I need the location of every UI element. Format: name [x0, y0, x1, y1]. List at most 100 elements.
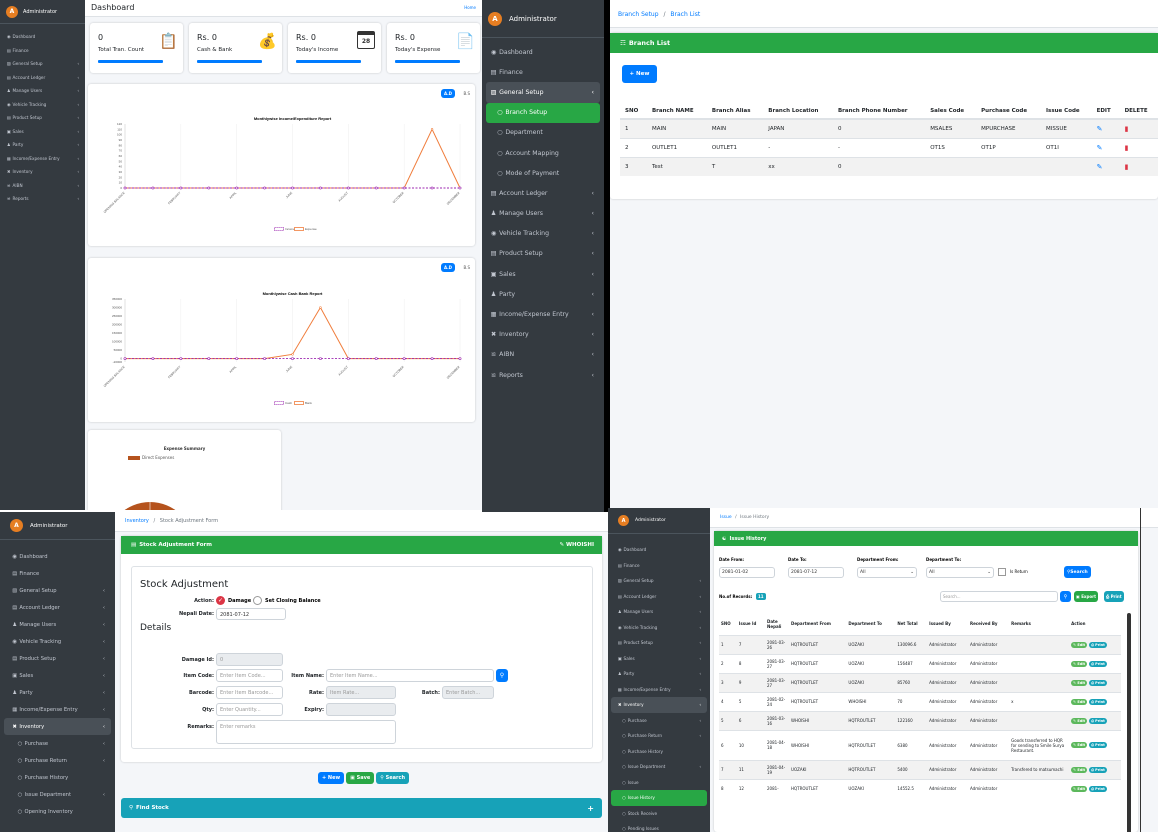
sidebar-item-purchase-history[interactable]: ○ Purchase History — [4, 769, 111, 786]
row-edit-button[interactable]: ✎ Edit — [1071, 766, 1088, 773]
row-print-button[interactable]: ⎙ Print — [1089, 785, 1107, 792]
breadcrumb-branch-setup[interactable]: Branch Setup — [618, 11, 659, 18]
row-edit-button[interactable]: ✎ Edit — [1071, 742, 1088, 748]
trash-icon[interactable]: ▮ — [1125, 125, 1129, 133]
sidebar-item-general-setup[interactable]: ▨ General Setup ‹ — [486, 82, 600, 103]
sidebar-item-manage-users[interactable]: ♟ Manage Users ‹ — [0, 84, 85, 98]
sidebar-item-aibn[interactable]: ≌ AIBN ‹ — [0, 179, 85, 193]
sidebar-item-stock-receive[interactable]: ○ Stock Receive — [611, 806, 707, 822]
home-link[interactable]: Home — [464, 5, 476, 10]
stat-card-cash-bank[interactable]: Rs. 0 Cash & Bank 💰 — [189, 23, 282, 73]
sidebar-item-manage-users[interactable]: ♟ Manage Users ‹ — [4, 616, 111, 633]
sidebar-item-income-expense-entry[interactable]: ▦ Income/Expense Entry ‹ — [611, 682, 707, 698]
sidebar-item-product-setup[interactable]: ▤ Product Setup ‹ — [0, 111, 85, 125]
item-search-button[interactable]: ⚲ — [496, 669, 508, 682]
sidebar-item-inventory[interactable]: ✖ Inventory ‹ — [486, 325, 600, 345]
sidebar-item-opening-inventory[interactable]: ○ Opening Inventory — [4, 803, 111, 820]
sidebar-item-purchase[interactable]: ○ Purchase ‹ — [4, 735, 111, 752]
sidebar-brand[interactable]: A Administrator — [482, 0, 604, 38]
sidebar-item-manage-users[interactable]: ♟ Manage Users ‹ — [611, 604, 707, 620]
sidebar-item-dashboard[interactable]: ◉ Dashboard — [4, 548, 111, 565]
new-button[interactable]: + New — [318, 772, 345, 784]
sidebar-item-vehicle-tracking[interactable]: ◉ Vehicle Tracking ‹ — [4, 633, 111, 650]
sidebar-item-finance[interactable]: ▤ Finance — [611, 558, 707, 574]
sidebar-item-income-expense-entry[interactable]: ▦ Income/Expense Entry ‹ — [0, 152, 85, 166]
sidebar-item-pending-issues[interactable]: ○ Pending Issues — [611, 821, 707, 832]
sidebar-item-party[interactable]: ♟ Party ‹ — [0, 138, 85, 152]
plus-icon[interactable]: + — [587, 804, 594, 813]
print-all-button[interactable]: ⎙ Print — [1104, 591, 1124, 602]
sidebar-item-finance[interactable]: ▤ Finance — [4, 565, 111, 582]
sidebar-item-department[interactable]: ○ Department — [486, 123, 600, 143]
sidebar-item-inventory[interactable]: ✖ Inventory ‹ — [611, 697, 707, 713]
sidebar-item-issue-department[interactable]: ○ Issue Department ‹ — [611, 759, 707, 775]
row-print-button[interactable]: ⎙ Print — [1089, 717, 1107, 724]
sidebar-brand[interactable]: A Administrator — [0, 0, 85, 24]
sidebar-item-branch-setup[interactable]: ○ Branch Setup — [486, 102, 600, 123]
row-print-button[interactable]: ⎙ Print — [1089, 742, 1107, 748]
sidebar-item-product-setup[interactable]: ▤ Product Setup ‹ — [611, 635, 707, 651]
edit-icon[interactable]: ✎ — [1097, 163, 1103, 171]
vertical-scrollbar[interactable] — [1127, 613, 1131, 832]
sidebar-item-issue-department[interactable]: ○ Issue Department ‹ — [4, 786, 111, 803]
sidebar-item-purchase[interactable]: ○ Purchase ‹ — [611, 713, 707, 729]
table-search-button[interactable]: ⚲ — [1060, 591, 1071, 602]
item-code-input[interactable]: Enter Item Code... — [216, 669, 283, 682]
item-name-input[interactable]: Enter Item Name... — [326, 669, 494, 682]
row-edit-button[interactable]: ✎ Edit — [1071, 785, 1088, 792]
row-print-button[interactable]: ⎙ Print — [1089, 641, 1107, 648]
save-button[interactable]: ▣ Save — [346, 772, 375, 784]
sidebar-item-income-expense-entry[interactable]: ▦ Income/Expense Entry ‹ — [486, 304, 600, 324]
legend-swatch-cash[interactable] — [274, 401, 284, 405]
qty-input[interactable]: Enter Quantity... — [216, 703, 283, 716]
sidebar-item-vehicle-tracking[interactable]: ◉ Vehicle Tracking ‹ — [611, 620, 707, 636]
legend-swatch-expense[interactable] — [294, 227, 304, 231]
sidebar-item-reports[interactable]: ≌ Reports ‹ — [486, 365, 600, 385]
remarks-input[interactable]: Enter remarks — [216, 720, 396, 744]
table-search-input[interactable]: Search... — [940, 591, 1058, 602]
row-print-button[interactable]: ⎙ Print — [1089, 766, 1107, 773]
sidebar-item-purchase-return[interactable]: ○ Purchase Return ‹ — [611, 728, 707, 744]
search-button[interactable]: ⚲ Search — [1064, 566, 1091, 578]
sidebar-item-vehicle-tracking[interactable]: ◉ Vehicle Tracking ‹ — [0, 98, 85, 112]
barcode-input[interactable]: Enter Item Barcode... — [216, 686, 283, 699]
sidebar-item-reports[interactable]: ≌ Reports ‹ — [0, 192, 85, 206]
sidebar-item-party[interactable]: ♟ Party ‹ — [4, 684, 111, 701]
sidebar-item-general-setup[interactable]: ▨ General Setup ‹ — [4, 582, 111, 599]
breadcrumb-branch-list[interactable]: Brach List — [670, 11, 700, 18]
export-button[interactable]: ▣ Export — [1074, 591, 1098, 602]
stat-card-today-s-income[interactable]: Rs. 0 Today's Income 28 — [288, 23, 381, 73]
row-edit-button[interactable]: ✎ Edit — [1071, 698, 1088, 705]
sidebar-item-purchase-return[interactable]: ○ Purchase Return ‹ — [4, 752, 111, 769]
edit-icon[interactable]: ✎ — [1097, 125, 1103, 133]
sidebar-item-sales[interactable]: ▣ Sales ‹ — [486, 264, 600, 284]
breadcrumb-issue[interactable]: Issue — [720, 515, 732, 520]
sidebar-item-account-ledger[interactable]: ▤ Account Ledger ‹ — [486, 183, 600, 203]
sidebar-item-party[interactable]: ♟ Party ‹ — [486, 284, 600, 304]
sidebar-item-manage-users[interactable]: ♟ Manage Users ‹ — [486, 204, 600, 224]
sidebar-item-aibn[interactable]: ≌ AIBN ‹ — [486, 345, 600, 365]
new-branch-button[interactable]: + New — [622, 65, 657, 83]
date-from-input[interactable]: 2081-01-02 — [719, 567, 775, 578]
sidebar-item-account-mapping[interactable]: ○ Account Mapping — [486, 143, 600, 163]
sidebar-item-income-expense-entry[interactable]: ▦ Income/Expense Entry ‹ — [4, 701, 111, 718]
is-return-checkbox[interactable] — [998, 568, 1006, 576]
sidebar-item-issue[interactable]: ○ Issue — [611, 775, 707, 791]
stat-card-total-tran-count[interactable]: 0 Total Tran. Count 📋 — [90, 23, 183, 73]
sidebar-item-finance[interactable]: ▤ Finance — [486, 62, 600, 82]
find-stock-panel[interactable]: ⚲ Find Stock + — [121, 798, 602, 818]
sidebar-item-product-setup[interactable]: ▤ Product Setup ‹ — [4, 650, 111, 667]
row-edit-button[interactable]: ✎ Edit — [1071, 717, 1088, 724]
sidebar-item-purchase-history[interactable]: ○ Purchase History — [611, 744, 707, 760]
row-edit-button[interactable]: ✎ Edit — [1071, 641, 1088, 648]
sidebar-item-dashboard[interactable]: ◉ Dashboard — [0, 30, 85, 44]
sidebar-item-general-setup[interactable]: ▨ General Setup ‹ — [611, 573, 707, 589]
sidebar-item-vehicle-tracking[interactable]: ◉ Vehicle Tracking ‹ — [486, 224, 600, 244]
sidebar-brand[interactable]: A Administrator — [608, 508, 710, 534]
sidebar-item-account-ledger[interactable]: ▤ Account Ledger ‹ — [4, 599, 111, 616]
sidebar-item-inventory[interactable]: ✖ Inventory ‹ — [0, 165, 85, 179]
trash-icon[interactable]: ▮ — [1125, 163, 1129, 171]
sidebar-item-issue-history[interactable]: ○ Issue History — [611, 790, 707, 806]
sidebar-item-dashboard[interactable]: ◉ Dashboard — [611, 542, 707, 558]
sidebar-item-party[interactable]: ♟ Party ‹ — [611, 666, 707, 682]
